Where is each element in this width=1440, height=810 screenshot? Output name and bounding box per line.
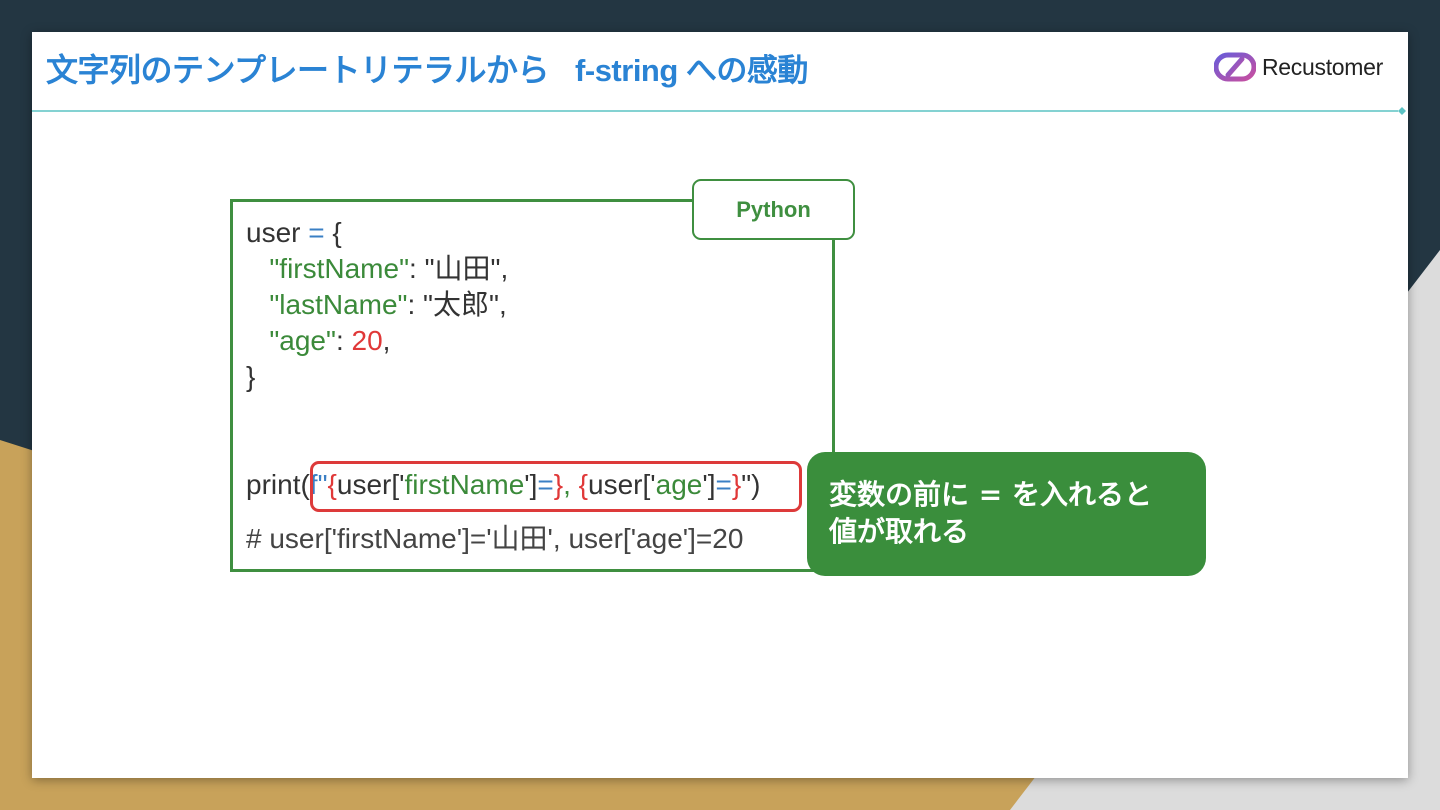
- code-line-1: user = {: [246, 217, 342, 248]
- recustomer-logo-icon: [1214, 52, 1256, 82]
- title-main: 文字列のテンプレートリテラルから: [46, 51, 550, 89]
- slide: 文字列のテンプレートリテラルから f-string への感動 Recustomer…: [32, 32, 1408, 778]
- title-subtitle: f-string への感動: [575, 53, 808, 88]
- brand-logo: Recustomer: [1214, 50, 1383, 84]
- logo-text: Recustomer: [1262, 53, 1383, 80]
- code-line-4: "age": 20,: [269, 325, 391, 356]
- callout-line-1: 変数の前に = を入れると: [829, 478, 1152, 511]
- page-title: 文字列のテンプレートリテラルから f-string への感動: [46, 46, 808, 94]
- code-line-2: "firstName": "山田",: [269, 253, 509, 284]
- header-divider: [32, 107, 1406, 115]
- code-comment-line: # user['firstName']='山田', user['age']=20: [246, 523, 744, 554]
- code-line-3: "lastName": "太郎",: [269, 289, 507, 320]
- language-label: Python: [692, 179, 855, 240]
- callout-box: 変数の前に = を入れると 値が取れる: [807, 452, 1206, 576]
- code-line-5: }: [246, 361, 256, 392]
- fstring-highlight: [310, 461, 802, 512]
- callout-line-2: 値が取れる: [829, 515, 970, 548]
